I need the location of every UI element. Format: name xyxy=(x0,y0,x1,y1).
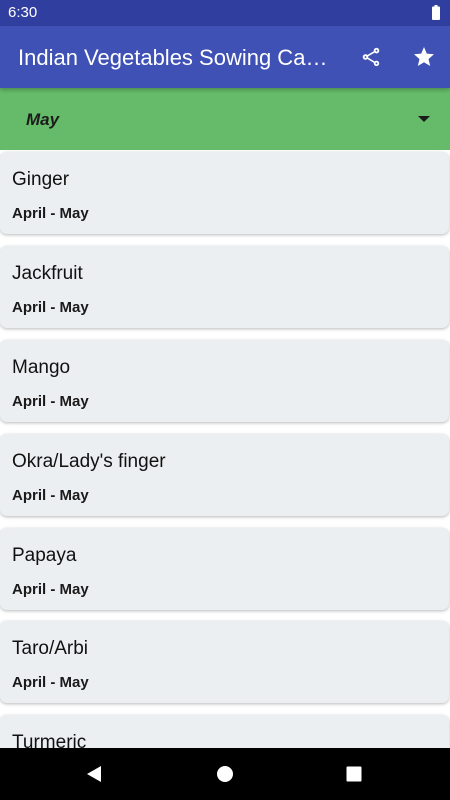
home-icon xyxy=(217,766,233,782)
system-navigation-bar xyxy=(0,748,450,800)
selected-month: May xyxy=(26,110,60,129)
crop-card[interactable]: Okra/Lady's finger April - May xyxy=(0,434,449,516)
crop-card[interactable]: Taro/Arbi April - May xyxy=(0,621,449,703)
month-dropdown[interactable]: May xyxy=(0,88,450,150)
recents-icon xyxy=(346,766,362,782)
crop-sowing-period: April - May xyxy=(12,674,89,691)
crop-name: Mango xyxy=(12,357,71,378)
crop-sowing-period: April - May xyxy=(12,205,89,222)
app-bar: Indian Vegetables Sowing Calendar xyxy=(0,26,450,88)
nav-back-button[interactable] xyxy=(80,760,108,788)
share-button[interactable] xyxy=(355,41,387,73)
nav-home-button[interactable] xyxy=(211,760,239,788)
nav-recents-button[interactable] xyxy=(340,760,368,788)
crop-name: Jackfruit xyxy=(12,263,83,284)
crop-name: Papaya xyxy=(12,545,77,566)
back-icon xyxy=(87,766,101,782)
crop-sowing-period: April - May xyxy=(12,299,89,316)
status-time: 6:30 xyxy=(8,4,38,21)
crop-card[interactable]: Jackfruit April - May xyxy=(0,246,449,328)
crop-name: Turmeric xyxy=(12,732,87,748)
crop-list[interactable]: Ginger April - May Jackfruit April - May… xyxy=(0,150,450,748)
crop-name: Okra/Lady's finger xyxy=(12,451,166,472)
dropdown-arrow-icon xyxy=(418,116,430,122)
crop-card[interactable]: Mango April - May xyxy=(0,340,449,422)
crop-sowing-period: April - May xyxy=(12,487,89,504)
star-icon xyxy=(414,47,434,66)
share-icon xyxy=(362,47,380,67)
battery-icon xyxy=(432,5,440,20)
favorite-button[interactable] xyxy=(408,41,440,73)
status-bar: 6:30 xyxy=(0,0,450,26)
crop-card[interactable]: Turmeric xyxy=(0,715,449,748)
app-title: Indian Vegetables Sowing Calendar xyxy=(18,45,330,70)
crop-sowing-period: April - May xyxy=(12,393,89,410)
crop-card[interactable]: Papaya April - May xyxy=(0,528,449,610)
crop-name: Ginger xyxy=(12,169,70,190)
crop-name: Taro/Arbi xyxy=(12,638,89,659)
crop-card[interactable]: Ginger April - May xyxy=(0,152,449,234)
crop-sowing-period: April - May xyxy=(12,581,89,598)
